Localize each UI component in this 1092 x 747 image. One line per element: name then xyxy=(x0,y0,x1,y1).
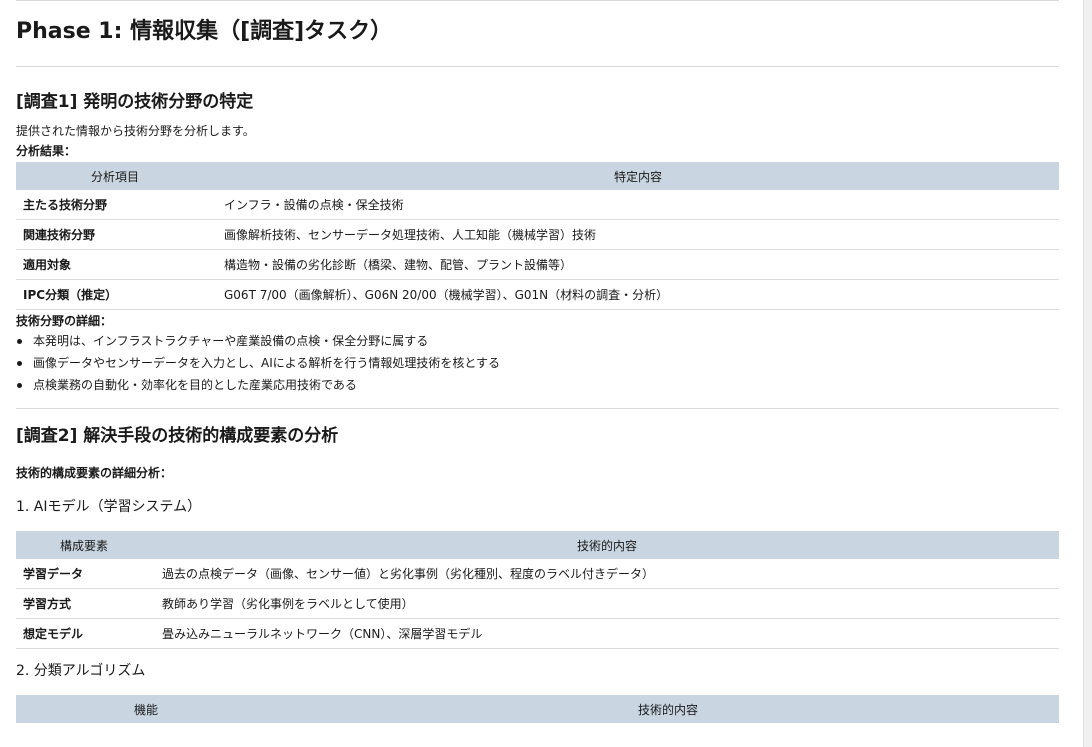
table-cell-key: 適用対象 xyxy=(16,249,217,280)
subsection2-title: 2. 分類アルゴリズム xyxy=(16,663,146,679)
table-row: IPC分類（推定） G06T 7/00（画像解析）、G06N 20/00（機械学… xyxy=(16,279,1059,310)
table-cell-value: インフラ・設備の点検・保全技術 xyxy=(217,190,1059,220)
table-cell-key: IPC分類（推定） xyxy=(16,279,217,310)
section2-heading: [調査2] 解決手段の技術的構成要素の分析 xyxy=(16,426,339,446)
table-header-row: 機能 技術的内容 xyxy=(16,695,1059,723)
table-cell-key: 学習データ xyxy=(16,559,155,589)
phase-title: Phase 1: 情報収集（[調査]タスク） xyxy=(16,19,393,44)
section1-description: 提供された情報から技術分野を分析します。 xyxy=(16,124,255,138)
analysis-label: 技術的構成要素の詳細分析： xyxy=(16,466,173,480)
subsection1-title: 1. AIモデル（学習システム） xyxy=(16,499,202,515)
table-header: 分析項目 xyxy=(16,162,217,190)
table-cell-key: 関連技術分野 xyxy=(16,219,217,250)
table-cell-key: 想定モデル xyxy=(16,618,155,649)
table-cell-value: 畳み込みニューラルネットワーク（CNN）、深層学習モデル xyxy=(155,618,1059,649)
vertical-scrollbar[interactable] xyxy=(1083,0,1092,747)
table-cell-value: G06T 7/00（画像解析）、G06N 20/00（機械学習）、G01N（材料… xyxy=(217,279,1059,310)
list-item: 画像データやセンサーデータを入力とし、AIによる解析を行う情報処理技術を核とする xyxy=(16,352,1059,374)
table-header: 技術的内容 xyxy=(277,695,1059,723)
table-row: 想定モデル 畳み込みニューラルネットワーク（CNN）、深層学習モデル xyxy=(16,618,1059,649)
table-row: 適用対象 構造物・設備の劣化診断（橋梁、建物、配管、プラント設備等） xyxy=(16,249,1059,280)
table-header: 構成要素 xyxy=(16,531,155,559)
table-row: 学習データ 過去の点検データ（画像、センサー値）と劣化事例（劣化種別、程度のラベ… xyxy=(16,559,1059,589)
table-cell-value: 構造物・設備の劣化診断（橋梁、建物、配管、プラント設備等） xyxy=(217,249,1059,280)
table-cell-key: 学習方式 xyxy=(16,588,155,619)
table-row: 主たる技術分野 インフラ・設備の点検・保全技術 xyxy=(16,190,1059,220)
list-item: 本発明は、インフラストラクチャーや産業設備の点検・保全分野に属する xyxy=(16,330,1059,352)
table-header-row: 構成要素 技術的内容 xyxy=(16,531,1059,559)
table-cell-value: 過去の点検データ（画像、センサー値）と劣化事例（劣化種別、程度のラベル付きデータ… xyxy=(155,559,1059,589)
analysis-table: 分析項目 特定内容 主たる技術分野 インフラ・設備の点検・保全技術 関連技術分野… xyxy=(16,162,1059,310)
table-header-row: 分析項目 特定内容 xyxy=(16,162,1059,190)
classification-table: 機能 技術的内容 xyxy=(16,695,1059,723)
table-cell-value: 教師あり学習（劣化事例をラベルとして使用） xyxy=(155,588,1059,619)
section1-heading: [調査1] 発明の技術分野の特定 xyxy=(16,92,254,112)
table-cell-key: 主たる技術分野 xyxy=(16,190,217,220)
details-label: 技術分野の詳細： xyxy=(16,314,113,328)
table-header: 機能 xyxy=(16,695,277,723)
document-page: Phase 1: 情報収集（[調査]タスク） [調査1] 発明の技術分野の特定 … xyxy=(16,0,1059,723)
title-divider xyxy=(16,66,1059,67)
table-row: 関連技術分野 画像解析技術、センサーデータ処理技術、人工知能（機械学習）技術 xyxy=(16,219,1059,250)
table-row: 学習方式 教師あり学習（劣化事例をラベルとして使用） xyxy=(16,588,1059,619)
results-label: 分析結果： xyxy=(16,144,77,158)
details-list: 本発明は、インフラストラクチャーや産業設備の点検・保全分野に属する 画像データや… xyxy=(16,330,1059,396)
section-divider xyxy=(16,408,1059,409)
ai-model-table: 構成要素 技術的内容 学習データ 過去の点検データ（画像、センサー値）と劣化事例… xyxy=(16,531,1059,649)
table-cell-value: 画像解析技術、センサーデータ処理技術、人工知能（機械学習）技術 xyxy=(217,219,1059,250)
list-item: 点検業務の自動化・効率化を目的とした産業応用技術である xyxy=(16,374,1059,396)
top-divider xyxy=(16,0,1059,1)
table-header: 特定内容 xyxy=(217,162,1059,190)
table-header: 技術的内容 xyxy=(155,531,1059,559)
